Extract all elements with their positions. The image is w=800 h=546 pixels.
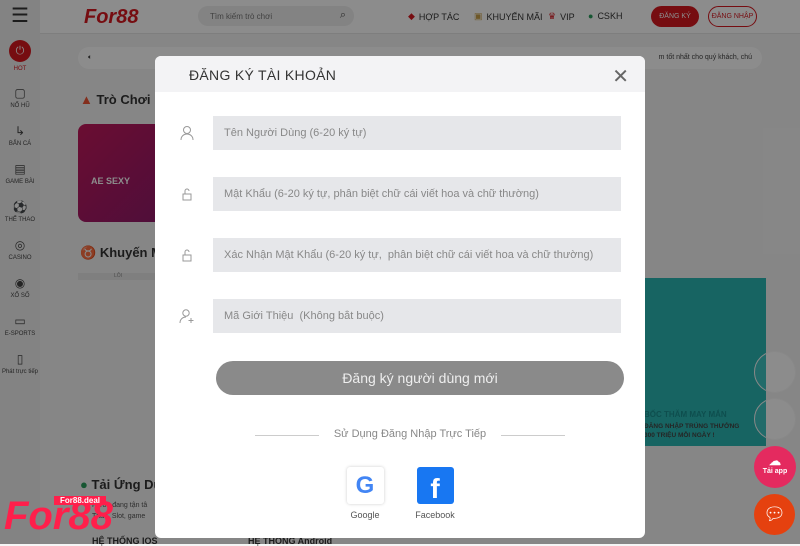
chat-icon[interactable]: 💬︎: [754, 494, 795, 535]
watermark-tag: For88.deal: [54, 496, 107, 505]
lock-icon: [182, 249, 192, 262]
social-login-divider: Sử Dụng Đăng Nhập Trực Tiếp: [255, 428, 565, 440]
username-row: [155, 116, 645, 150]
username-input[interactable]: [213, 116, 621, 150]
referral-code-input[interactable]: [213, 299, 621, 333]
user-icon: [180, 126, 194, 141]
facebook-login-button[interactable]: f Facebook: [409, 467, 461, 520]
modal-title: ĐĂNG KÝ TÀI KHOẢN: [189, 67, 337, 83]
password-row: [155, 177, 645, 211]
confirm-password-input[interactable]: [213, 238, 621, 272]
google-label: Google: [350, 510, 380, 520]
register-modal: ĐĂNG KÝ TÀI KHOẢN ✕ Đăng ký người dùng m…: [155, 56, 645, 538]
user-plus-icon: [179, 309, 194, 324]
close-icon[interactable]: ✕: [612, 64, 629, 89]
download-label: Tải app: [762, 468, 788, 475]
google-login-button[interactable]: G Google: [339, 467, 391, 520]
referral-row: [155, 299, 645, 333]
floating-button[interactable]: [754, 398, 796, 440]
cloud-download-icon: ☁: [769, 454, 781, 468]
lock-icon: [182, 188, 192, 201]
google-icon: G: [346, 467, 384, 504]
password-input[interactable]: [213, 177, 621, 211]
floating-button[interactable]: [754, 351, 796, 393]
facebook-icon: f: [416, 467, 454, 504]
confirm-password-row: [155, 238, 645, 272]
modal-header: ĐĂNG KÝ TÀI KHOẢN ✕: [155, 56, 645, 92]
register-submit-button[interactable]: Đăng ký người dùng mới: [216, 361, 624, 395]
facebook-label: Facebook: [415, 510, 455, 520]
download-app-button[interactable]: ☁ Tải app: [754, 446, 796, 488]
